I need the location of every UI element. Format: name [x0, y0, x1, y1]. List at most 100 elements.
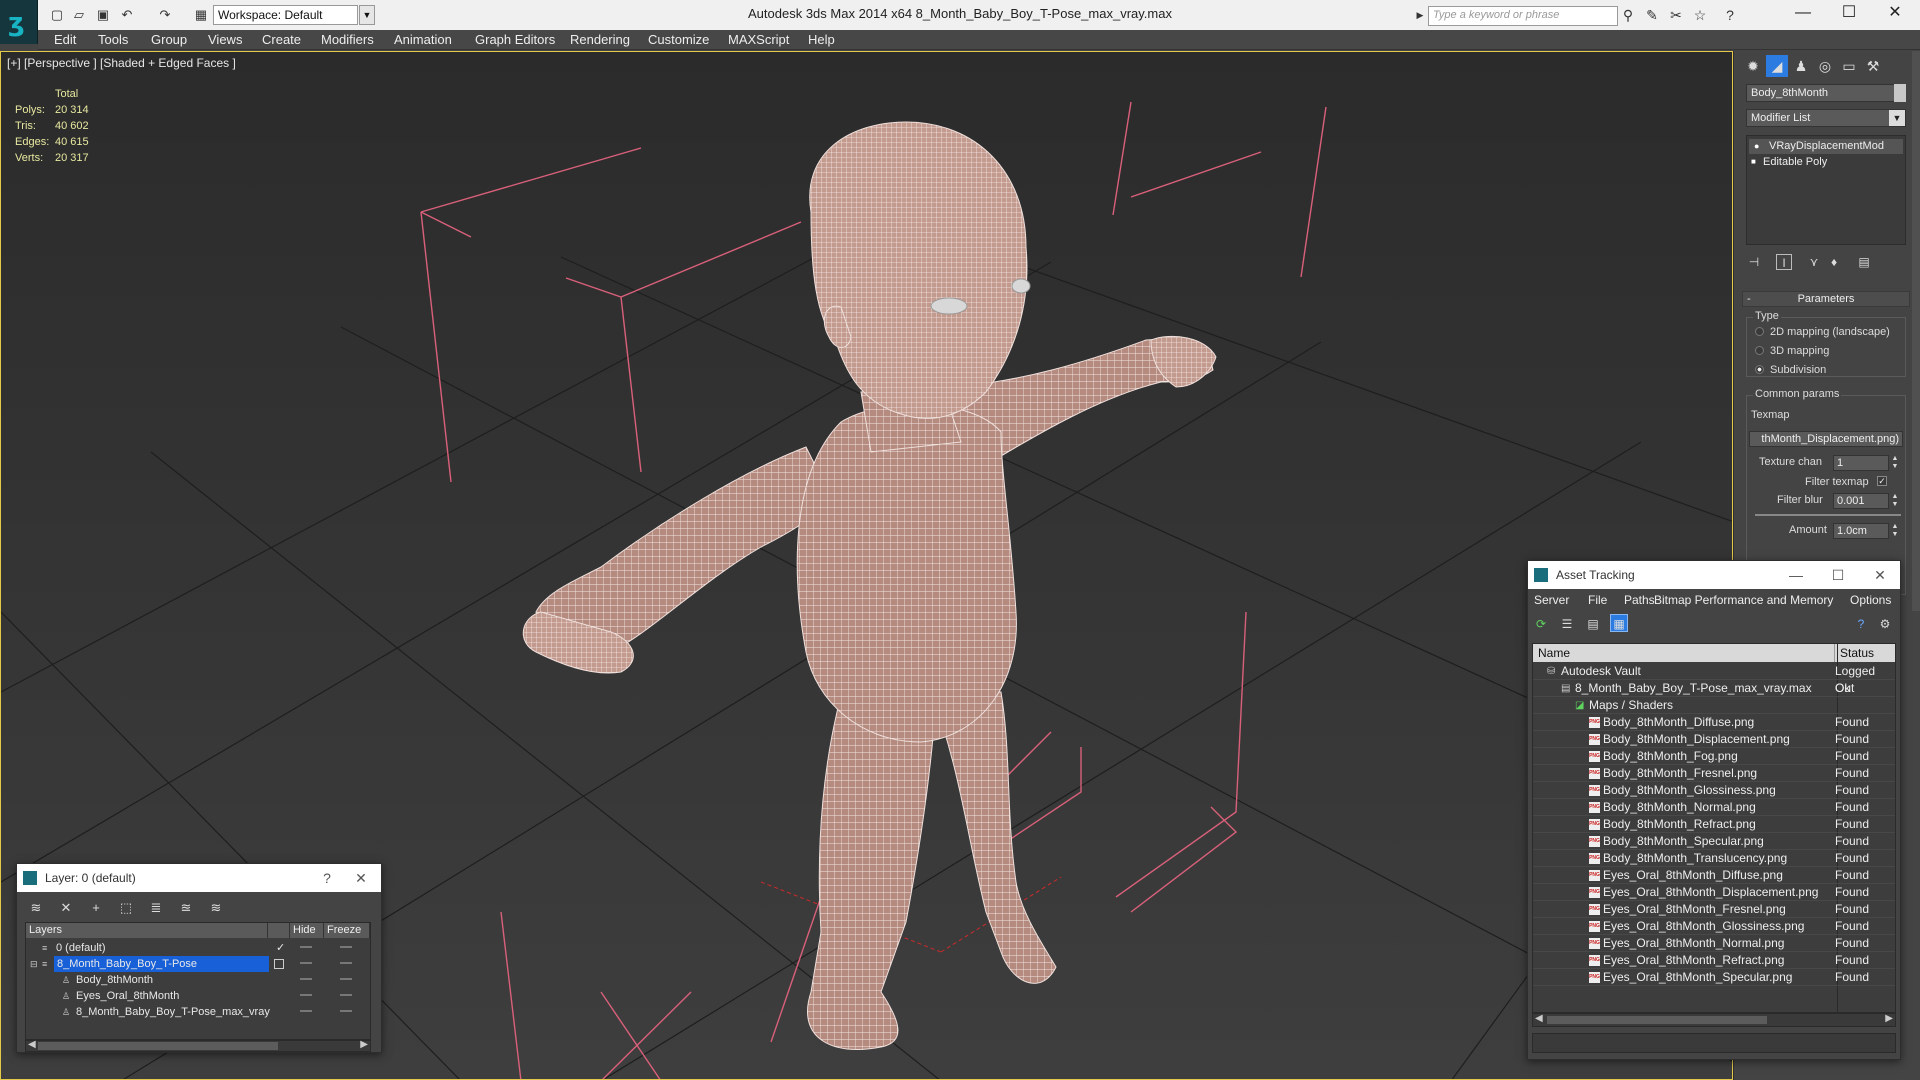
- viewport-label[interactable]: [+] [Perspective ] [Shaded + Edged Faces…: [7, 56, 236, 70]
- menu-maxscript[interactable]: MAXScript: [728, 32, 789, 47]
- column-header-name[interactable]: Name: [1533, 644, 1835, 662]
- menu-edit[interactable]: Edit: [54, 32, 76, 47]
- texmap-button[interactable]: thMonth_Displacement.png): [1749, 431, 1903, 447]
- asset-row[interactable]: ▤ 8_Month_Baby_Boy_T-Pose_max_vray.max Ok: [1533, 680, 1895, 697]
- freeze-toggle[interactable]: [340, 994, 352, 996]
- hierarchy-tab-icon[interactable]: ♟: [1790, 55, 1812, 77]
- spinner-icon[interactable]: ▲ ▼: [1891, 455, 1899, 471]
- new-file-icon[interactable]: ▢: [48, 6, 66, 24]
- menu-graph-editors[interactable]: Graph Editors: [475, 32, 555, 47]
- make-current-checkbox[interactable]: [274, 959, 284, 969]
- configure-modifier-sets-icon[interactable]: ▤: [1856, 254, 1872, 270]
- show-end-result-icon[interactable]: I: [1776, 254, 1792, 270]
- menu-create[interactable]: Create: [262, 32, 301, 47]
- help-icon[interactable]: ?: [1722, 7, 1738, 23]
- asset-row[interactable]: PNG Body_8thMonth_Diffuse.png Found: [1533, 714, 1895, 731]
- radio-2d-mapping[interactable]: 2D mapping (landscape): [1755, 326, 1890, 338]
- radio-3d-mapping[interactable]: 3D mapping: [1755, 345, 1829, 357]
- stack-item-vraydisplacement[interactable]: ● VRayDisplacementMod: [1749, 139, 1903, 154]
- scroll-left-icon[interactable]: ◀: [28, 1039, 36, 1050]
- modify-tab-icon[interactable]: ◢: [1766, 55, 1788, 77]
- freeze-toggle[interactable]: [340, 1010, 352, 1012]
- asset-row[interactable]: PNG Eyes_Oral_8thMonth_Specular.png Found: [1533, 969, 1895, 986]
- texture-chan-field[interactable]: 1: [1833, 455, 1889, 471]
- hide-all-icon[interactable]: ≊: [177, 899, 195, 917]
- asset-row[interactable]: PNG Body_8thMonth_Specular.png Found: [1533, 833, 1895, 850]
- detail-view-icon[interactable]: ▤: [1584, 614, 1602, 632]
- favorites-star-icon[interactable]: ☆: [1692, 7, 1708, 23]
- open-file-icon[interactable]: ▱: [70, 6, 88, 24]
- minimize-icon[interactable]: —: [1782, 561, 1810, 589]
- spinner-icon[interactable]: ▲ ▼: [1891, 493, 1899, 509]
- make-unique-icon[interactable]: ⋎: [1806, 254, 1822, 270]
- menu-group[interactable]: Group: [151, 32, 187, 47]
- asset-menu-server[interactable]: Server: [1534, 593, 1569, 607]
- remove-modifier-icon[interactable]: ♦: [1826, 254, 1842, 270]
- radio-icon[interactable]: [1755, 327, 1764, 336]
- asset-row[interactable]: PNG Eyes_Oral_8thMonth_Normal.png Found: [1533, 935, 1895, 952]
- layer-row[interactable]: ≡ 0 (default) ✓: [26, 940, 370, 956]
- column-header-hide[interactable]: Hide: [290, 923, 324, 938]
- asset-menu-options[interactable]: Options: [1850, 593, 1891, 607]
- undo-icon[interactable]: ↶: [118, 6, 136, 24]
- object-color-swatch[interactable]: [1894, 84, 1906, 102]
- modifier-list-dropdown[interactable]: Modifier List ▼: [1746, 109, 1906, 127]
- lightbulb-icon[interactable]: ●: [1754, 141, 1762, 151]
- hide-toggle[interactable]: [300, 978, 312, 980]
- hide-toggle[interactable]: [300, 1010, 312, 1012]
- chevron-down-icon[interactable]: ▼: [359, 5, 375, 25]
- asset-row[interactable]: PNG Body_8thMonth_Translucency.png Found: [1533, 850, 1895, 867]
- workspace-dropdown[interactable]: Workspace: Default ▼: [213, 5, 375, 25]
- scrollbar-thumb[interactable]: [1547, 1016, 1767, 1024]
- current-layer-check-icon[interactable]: ✓: [276, 940, 285, 956]
- asset-row[interactable]: ◪ Maps / Shaders: [1533, 697, 1895, 714]
- asset-menu-file[interactable]: File: [1588, 593, 1607, 607]
- communication-icon[interactable]: ✂: [1668, 7, 1684, 23]
- column-header-layers[interactable]: Layers: [26, 923, 268, 938]
- close-icon[interactable]: ✕: [347, 864, 375, 892]
- spinner-icon[interactable]: ▲ ▼: [1891, 523, 1899, 539]
- project-folder-icon[interactable]: ▦: [192, 6, 210, 24]
- radio-icon[interactable]: [1755, 365, 1764, 374]
- expand-plus-icon[interactable]: ■: [1751, 157, 1759, 167]
- column-header-freeze[interactable]: Freeze: [324, 923, 370, 938]
- hide-toggle[interactable]: [300, 962, 312, 964]
- scroll-right-icon[interactable]: ▶: [1885, 1013, 1893, 1024]
- radio-subdivision[interactable]: Subdivision: [1755, 364, 1826, 376]
- collapse-icon[interactable]: -: [1747, 292, 1751, 306]
- select-objects-icon[interactable]: ⬚: [117, 899, 135, 917]
- settings-icon[interactable]: ⚙: [1876, 614, 1894, 632]
- hide-toggle[interactable]: [300, 946, 312, 948]
- scroll-left-icon[interactable]: ◀: [1535, 1013, 1543, 1024]
- delete-layer-icon[interactable]: ✕: [57, 899, 75, 917]
- scroll-right-icon[interactable]: ▶: [360, 1039, 368, 1050]
- list-view-icon[interactable]: ☰: [1558, 614, 1576, 632]
- close-icon[interactable]: ✕: [1866, 561, 1894, 589]
- create-tab-icon[interactable]: ✹: [1742, 55, 1764, 77]
- create-layer-icon[interactable]: ≋: [27, 899, 45, 917]
- collapse-icon[interactable]: ⊟: [30, 959, 40, 969]
- chevron-down-icon[interactable]: ▼: [1889, 110, 1905, 126]
- menu-modifiers[interactable]: Modifiers: [321, 32, 374, 47]
- help-icon[interactable]: ?: [313, 864, 341, 892]
- close-button[interactable]: ✕: [1872, 0, 1918, 28]
- highlight-layer-icon[interactable]: ≣: [147, 899, 165, 917]
- asset-row[interactable]: PNG Eyes_Oral_8thMonth_Diffuse.png Found: [1533, 867, 1895, 884]
- table-view-icon[interactable]: ▦: [1610, 614, 1628, 632]
- utilities-tab-icon[interactable]: ⚒: [1862, 55, 1884, 77]
- asset-row[interactable]: PNG Body_8thMonth_Displacement.png Found: [1533, 731, 1895, 748]
- search-input[interactable]: Type a keyword or phrase: [1428, 6, 1618, 26]
- menu-customize[interactable]: Customize: [648, 32, 709, 47]
- help-icon[interactable]: ?: [1852, 614, 1870, 632]
- freeze-toggle[interactable]: [340, 978, 352, 980]
- pin-stack-icon[interactable]: ⊣: [1746, 254, 1762, 270]
- freeze-all-icon[interactable]: ≋: [207, 899, 225, 917]
- layer-window-titlebar[interactable]: Layer: 0 (default) ? ✕: [17, 864, 381, 892]
- layer-horizontal-scrollbar[interactable]: ◀ ▶: [25, 1039, 371, 1052]
- asset-row[interactable]: PNG Eyes_Oral_8thMonth_Displacement.png Fo…: [1533, 884, 1895, 901]
- asset-row[interactable]: PNG Eyes_Oral_8thMonth_Fresnel.png Found: [1533, 901, 1895, 918]
- app-menu-button[interactable]: ʒ: [0, 0, 38, 44]
- asset-row[interactable]: PNG Body_8thMonth_Fresnel.png Found: [1533, 765, 1895, 782]
- asset-row[interactable]: PNG Eyes_Oral_8thMonth_Refract.png Found: [1533, 952, 1895, 969]
- filter-texmap-checkbox[interactable]: ✓: [1877, 476, 1887, 486]
